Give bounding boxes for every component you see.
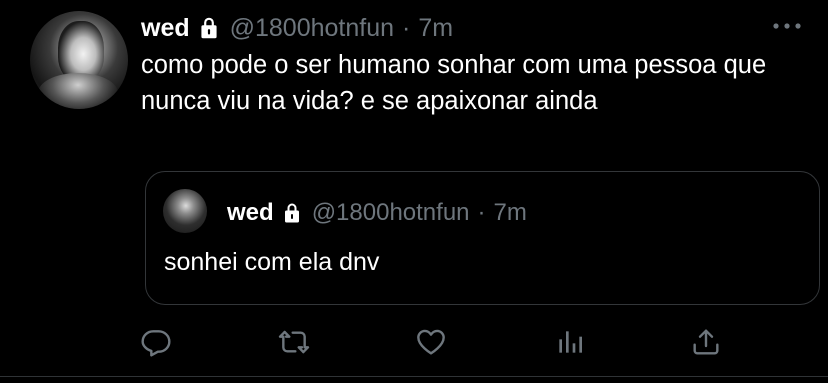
like-button[interactable] (415, 326, 447, 358)
display-name[interactable]: wed (141, 14, 190, 43)
separator-dot: · (402, 13, 411, 42)
lock-icon (201, 17, 217, 39)
separator-dot: · (477, 199, 486, 226)
quoted-handle: @1800hotnfun (311, 199, 470, 226)
tweet[interactable]: wed @1800hotnfun · 7m como pode o ser hu… (0, 0, 828, 383)
quoted-display-name: wed (227, 199, 274, 226)
retweet-icon (278, 330, 310, 354)
lock-icon (284, 203, 299, 223)
analytics-icon (559, 331, 582, 353)
share-icon (693, 329, 719, 355)
quoted-header: wed @1800hotnfun · 7m (227, 198, 527, 228)
tweet-header: wed @1800hotnfun · 7m (141, 12, 453, 44)
action-bar (0, 322, 828, 362)
tweet-text: como pode o ser humano sonhar com uma pe… (141, 51, 767, 115)
reply-icon (141, 330, 171, 357)
quoted-text: sonhei com ela dnv (164, 248, 380, 276)
quoted-tweet[interactable]: wed @1800hotnfun · 7m sonhei com ela dnv (145, 171, 820, 305)
like-icon (417, 329, 445, 355)
quoted-avatar[interactable] (163, 189, 207, 233)
avatar[interactable] (30, 11, 128, 109)
analytics-button[interactable] (554, 326, 586, 358)
retweet-button[interactable] (278, 326, 310, 358)
handle[interactable]: @1800hotnfun (230, 14, 394, 43)
share-button[interactable] (690, 326, 722, 358)
divider (0, 376, 828, 377)
reply-button[interactable] (140, 326, 172, 358)
more-icon[interactable] (770, 18, 804, 34)
quoted-timestamp: 7m (493, 199, 527, 226)
timestamp[interactable]: 7m (418, 14, 453, 43)
